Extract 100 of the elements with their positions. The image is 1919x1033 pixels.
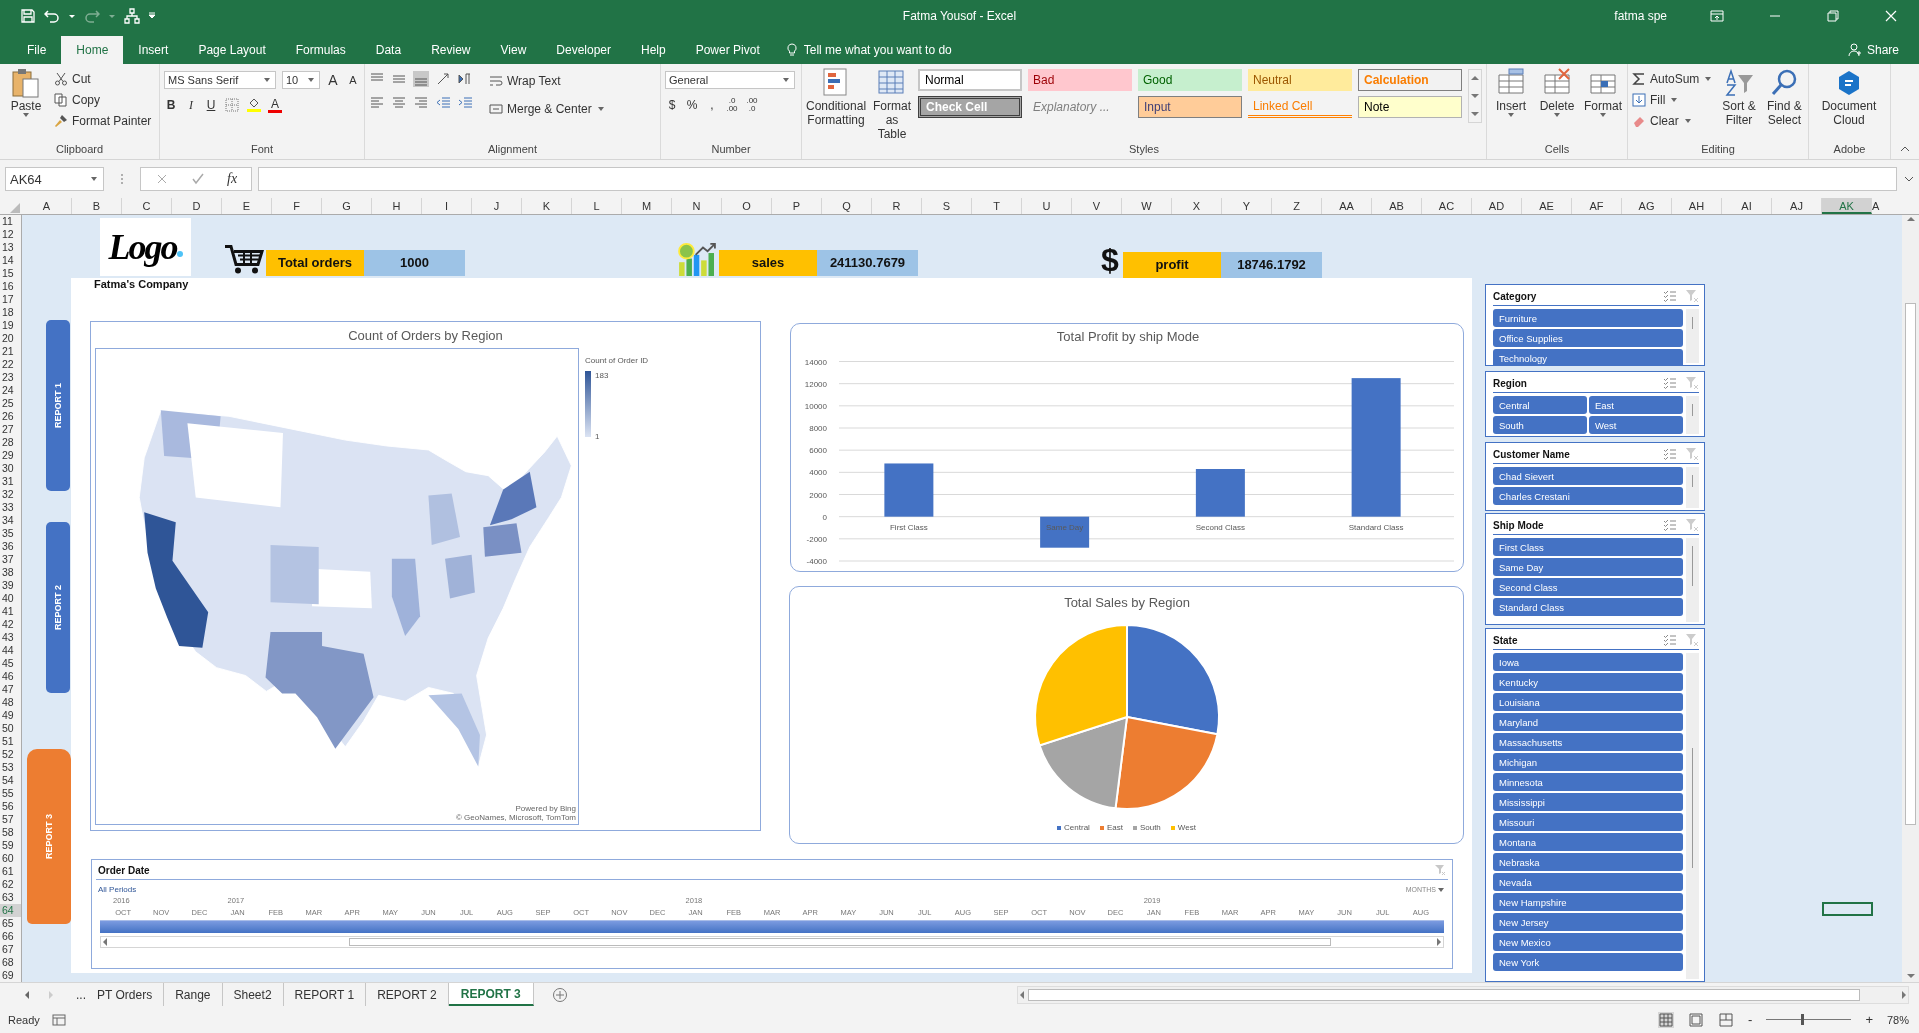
slicer-item[interactable]: Maryland xyxy=(1493,713,1683,731)
row-header[interactable]: 20 xyxy=(0,332,21,345)
ribbon-tab[interactable]: Page Layout xyxy=(183,36,281,64)
customize-caret-icon[interactable] xyxy=(148,12,156,20)
increase-decimal-button[interactable]: .0 .00 xyxy=(725,97,739,113)
borders-icon[interactable] xyxy=(224,97,240,113)
row-header[interactable]: 16 xyxy=(0,280,21,293)
row-header[interactable]: 57 xyxy=(0,813,21,826)
slicer-scrollbar[interactable] xyxy=(1686,538,1699,622)
ribbon-tab[interactable]: Formulas xyxy=(280,36,361,64)
row-header[interactable]: 19 xyxy=(0,319,21,332)
ribbon-display-icon[interactable] xyxy=(1709,8,1725,24)
column-header[interactable]: AC xyxy=(1422,198,1472,214)
multi-select-icon[interactable] xyxy=(1663,633,1677,647)
tell-me-search[interactable]: Tell me what you want to do xyxy=(774,36,962,64)
row-header[interactable]: 11 xyxy=(0,215,21,228)
align-right-icon[interactable] xyxy=(413,95,429,111)
column-header[interactable]: A xyxy=(1872,198,1886,214)
copy-button[interactable]: Copy xyxy=(54,90,152,109)
orientation-icon[interactable] xyxy=(435,71,451,87)
slicer-item[interactable]: First Class xyxy=(1493,538,1683,556)
row-header[interactable]: 40 xyxy=(0,592,21,605)
row-header[interactable]: 47 xyxy=(0,683,21,696)
column-header[interactable]: R xyxy=(872,198,922,214)
row-header[interactable]: 13 xyxy=(0,241,21,254)
decrease-decimal-button[interactable]: .00 .0 xyxy=(745,97,759,113)
row-header[interactable]: 50 xyxy=(0,722,21,735)
formula-input[interactable] xyxy=(258,167,1897,191)
column-header[interactable]: AF xyxy=(1572,198,1622,214)
column-header[interactable]: G xyxy=(322,198,372,214)
ribbon-tab[interactable]: Developer xyxy=(541,36,626,64)
scroll-right-icon[interactable] xyxy=(1902,990,1906,999)
align-left-icon[interactable] xyxy=(369,95,385,111)
font-color-button[interactable]: A xyxy=(268,97,282,113)
slicer-item[interactable]: Furniture xyxy=(1493,309,1683,327)
row-header[interactable]: 15 xyxy=(0,267,21,280)
document-cloud-button[interactable]: Document Cloud xyxy=(1813,67,1885,127)
slicer-item[interactable]: Montana xyxy=(1493,833,1683,851)
cut-button[interactable]: Cut xyxy=(54,69,152,88)
row-header[interactable]: 12 xyxy=(0,228,21,241)
slicer-item[interactable]: Louisiana xyxy=(1493,693,1683,711)
ribbon-tab[interactable]: Help xyxy=(626,36,681,64)
slicer-item[interactable]: Charles Crestani xyxy=(1493,487,1683,505)
cell-style[interactable]: Explanatory ... xyxy=(1028,96,1132,118)
column-header[interactable]: I xyxy=(422,198,472,214)
column-header[interactable]: P xyxy=(772,198,822,214)
column-header[interactable]: AH xyxy=(1672,198,1722,214)
scroll-left-icon[interactable] xyxy=(1020,990,1024,999)
column-header[interactable]: H xyxy=(372,198,422,214)
row-header[interactable]: 30 xyxy=(0,462,21,475)
row-header[interactable]: 60 xyxy=(0,852,21,865)
column-header[interactable]: E xyxy=(222,198,272,214)
row-header[interactable]: 38 xyxy=(0,566,21,579)
row-header[interactable]: 44 xyxy=(0,644,21,657)
italic-button[interactable]: I xyxy=(184,97,198,113)
redo-icon[interactable] xyxy=(84,8,100,24)
row-header[interactable]: 29 xyxy=(0,449,21,462)
column-header[interactable]: O xyxy=(722,198,772,214)
multi-select-icon[interactable] xyxy=(1663,447,1677,461)
increase-indent-icon[interactable] xyxy=(457,95,473,111)
align-bottom-icon[interactable] xyxy=(413,71,429,87)
ribbon-tab[interactable]: File xyxy=(12,36,62,64)
column-header[interactable]: B xyxy=(72,198,122,214)
ribbon-tab[interactable]: Review xyxy=(416,36,486,64)
conditional-formatting-button[interactable]: Conditional Formatting xyxy=(806,67,867,127)
slicer-item[interactable]: South xyxy=(1493,416,1587,434)
slicer-item[interactable]: Nevada xyxy=(1493,873,1683,891)
slicer-item[interactable]: Minnesota xyxy=(1493,773,1683,791)
ribbon-tab[interactable]: Power Pivot xyxy=(680,36,775,64)
column-header[interactable]: W xyxy=(1122,198,1172,214)
slicer-item[interactable]: Mississippi xyxy=(1493,793,1683,811)
scroll-down-icon[interactable] xyxy=(1906,974,1915,978)
zoom-in-button[interactable]: + xyxy=(1865,1012,1873,1027)
slicer-item[interactable]: East xyxy=(1589,396,1683,414)
cells-button[interactable]: Format xyxy=(1583,67,1623,117)
name-box[interactable]: AK64 xyxy=(5,167,104,191)
column-header[interactable]: D xyxy=(172,198,222,214)
column-header[interactable]: AA xyxy=(1322,198,1372,214)
row-header[interactable]: 45 xyxy=(0,657,21,670)
slicer-item[interactable]: New York xyxy=(1493,953,1683,971)
macro-recording-icon[interactable] xyxy=(51,1012,66,1027)
column-header[interactable]: V xyxy=(1072,198,1122,214)
currency-button[interactable]: $ xyxy=(665,98,679,112)
row-header[interactable]: 61 xyxy=(0,865,21,878)
font-family-dropdown[interactable]: MS Sans Serif xyxy=(164,71,276,89)
row-header[interactable]: 21 xyxy=(0,345,21,358)
row-header[interactable]: 17 xyxy=(0,293,21,306)
row-header[interactable]: 26 xyxy=(0,410,21,423)
zoom-out-button[interactable]: - xyxy=(1748,1012,1753,1027)
slicer-item[interactable]: West xyxy=(1589,416,1683,434)
number-format-dropdown[interactable]: General xyxy=(665,71,795,89)
column-header[interactable]: X xyxy=(1172,198,1222,214)
slicer-item[interactable]: Same Day xyxy=(1493,558,1683,576)
row-header[interactable]: 28 xyxy=(0,436,21,449)
row-header[interactable]: 14 xyxy=(0,254,21,267)
grip-dots-icon[interactable] xyxy=(120,173,124,185)
bold-button[interactable]: B xyxy=(164,98,178,112)
enter-check-icon[interactable] xyxy=(191,172,205,186)
column-header[interactable]: AD xyxy=(1472,198,1522,214)
fill-button[interactable]: Fill xyxy=(1632,90,1714,109)
